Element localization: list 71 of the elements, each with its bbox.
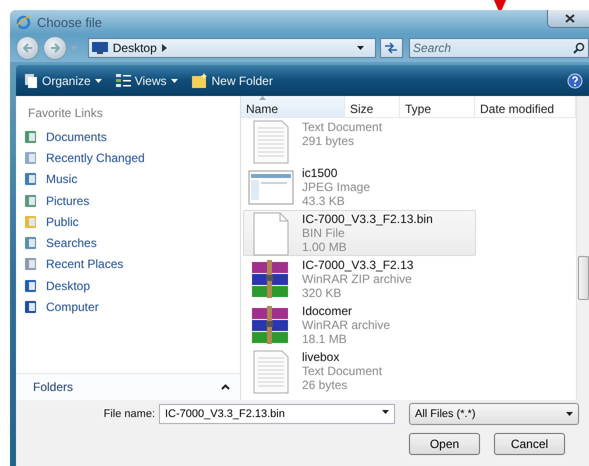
pages-icon (24, 73, 38, 88)
favorite-link[interactable]: Public (24, 211, 240, 232)
address-location[interactable]: Desktop (112, 41, 157, 55)
file-size: 320 KB (302, 286, 342, 300)
refresh-arrows-icon (384, 42, 398, 54)
address-caret-icon (356, 46, 364, 50)
select-caret-icon (566, 412, 573, 416)
favorite-link[interactable]: Music (24, 168, 240, 190)
favorite-links-heading: Favorite Links (27, 105, 104, 122)
favorite-link[interactable]: Recently Changed (24, 147, 240, 169)
file-name: IC-7000_V3.3_F2.13 (302, 258, 414, 272)
forward-button[interactable] (43, 36, 67, 60)
browser-logo-icon (16, 14, 31, 30)
file-item[interactable]: livebox Text Document 26 bytes (243, 348, 476, 394)
folders-toggle[interactable]: Folders (16, 373, 240, 400)
file-type: Text Document (302, 364, 382, 378)
column-header[interactable]: Name (241, 96, 345, 117)
favorite-link[interactable]: Documents (24, 126, 240, 148)
help-icon[interactable] (567, 72, 583, 88)
dropdown-caret-icon (170, 78, 178, 82)
new-folder-icon (192, 73, 208, 88)
file-item[interactable]: IC-7000_V3.3_F2.13 WinRAR ZIP archive 320 KB (243, 256, 476, 302)
favorite-link[interactable]: Computer (24, 296, 240, 318)
toolbar-button[interactable]: Views (114, 68, 180, 92)
views-icon (116, 74, 131, 87)
file-name-caret-icon (382, 410, 389, 414)
address-bar[interactable]: Desktop (88, 38, 376, 58)
file-size: 26 bytes (302, 378, 348, 392)
file-size: 43.3 KB (302, 194, 346, 208)
file-name: Idocomer (302, 304, 354, 318)
file-item[interactable]: Idocomer WinRAR archive 18.1 MB (243, 302, 476, 348)
file-name-field[interactable]: IC-7000_V3.3_F2.13.bin (159, 404, 395, 424)
search-icon (573, 42, 585, 54)
close-button[interactable] (547, 10, 589, 28)
sort-arrow-icon (259, 96, 266, 100)
favorite-link[interactable]: Pictures (24, 190, 240, 212)
window-title: Choose file (37, 14, 102, 30)
breadcrumb-arrow-icon (162, 44, 167, 52)
file-size: 291 bytes (302, 134, 356, 148)
chevron-up-icon (221, 384, 230, 390)
file-type: JPEG Image (302, 180, 370, 194)
file-name: ic1500 (302, 166, 338, 180)
vertical-scrollbar[interactable] (576, 96, 589, 400)
close-icon (565, 14, 575, 23)
file-type-select[interactable]: All Files (*.*) (409, 403, 579, 425)
file-item[interactable]: ic1500 JPEG Image 43.3 KB (243, 164, 476, 210)
dialog-button[interactable]: Open (409, 433, 480, 455)
back-arrow-icon (22, 43, 33, 53)
history-caret-icon (70, 46, 78, 50)
file-item[interactable]: IC-7000_V3.3_F2.13.bin BIN File 1.00 MB (243, 210, 476, 256)
file-name-label: File name: (104, 408, 155, 420)
scrollbar-thumb[interactable] (578, 256, 589, 300)
favorite-link[interactable]: Searches (24, 232, 240, 254)
file-type: Text Document (302, 120, 382, 134)
file-type: WinRAR archive (302, 318, 390, 332)
file-type: WinRAR ZIP archive (302, 272, 413, 286)
dialog-button[interactable]: Cancel (494, 433, 565, 455)
file-type: BIN File (302, 226, 346, 240)
toolbar-button[interactable]: Organize (22, 68, 104, 92)
back-button[interactable] (16, 36, 40, 60)
dropdown-caret-icon (94, 78, 102, 82)
forward-arrow-icon (50, 43, 60, 53)
file-name: IC-7000_V3.3_F2.13.bin (302, 212, 433, 226)
file-size: 1.00 MB (302, 240, 348, 254)
search-field[interactable]: Search (409, 38, 589, 58)
toolbar-button[interactable]: New Folder (190, 68, 275, 92)
refresh-button[interactable] (380, 38, 403, 58)
file-name: livebox (302, 350, 340, 364)
favorite-link[interactable]: Recent Places (24, 254, 240, 276)
file-size: 18.1 MB (302, 332, 348, 346)
favorite-link[interactable]: Desktop (24, 275, 240, 296)
